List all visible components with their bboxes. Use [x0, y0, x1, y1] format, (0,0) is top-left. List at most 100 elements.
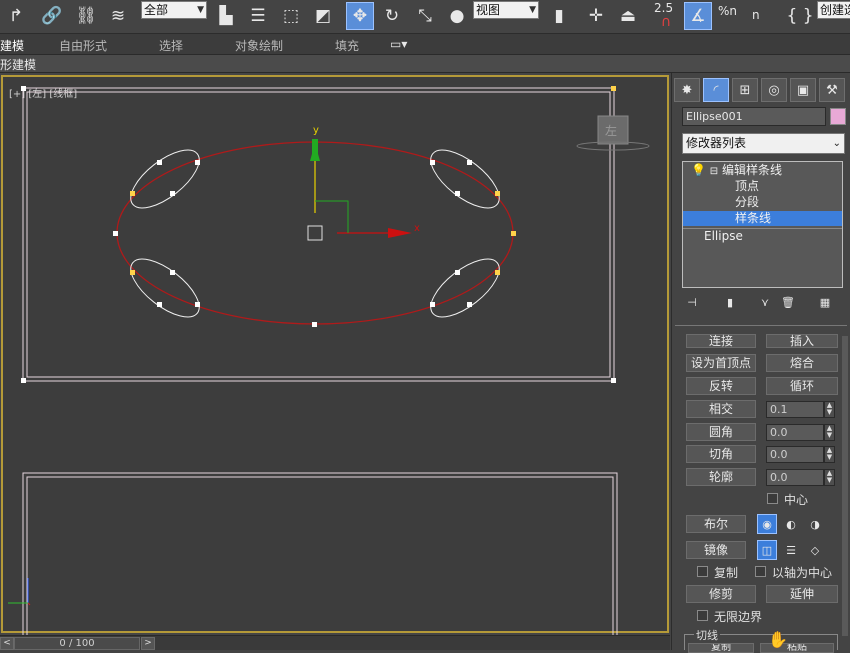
redo-icon[interactable]: ↱	[2, 2, 30, 30]
small-ellipse-tr	[430, 149, 500, 209]
lower-frame-outer	[22, 472, 618, 635]
chevron-down-icon: ▼	[197, 5, 204, 15]
connect-button[interactable]: 连接	[686, 334, 756, 348]
rectangular-selection-icon[interactable]: ⬚	[277, 2, 305, 30]
select-and-place-icon[interactable]: ●	[443, 2, 471, 30]
remove-modifier-icon[interactable]: 🗑	[778, 292, 798, 312]
unlink-icon[interactable]: ⛓	[72, 2, 100, 30]
select-object-icon[interactable]: ▙	[212, 2, 240, 30]
snap-toggle-icon[interactable]: ∩	[652, 8, 680, 36]
insert-button[interactable]: 插入	[766, 334, 838, 348]
make-unique-icon[interactable]: ⋎	[755, 292, 775, 312]
spinner-arrows-icon[interactable]: ▲ ▼	[824, 424, 835, 441]
create-tab-icon[interactable]: ✸	[674, 78, 700, 102]
stack-item-vertex[interactable]: 顶点	[683, 179, 842, 194]
selection-filter-dropdown[interactable]: 全部 ▼	[141, 1, 207, 19]
stack-item-spline[interactable]: 样条线	[683, 211, 842, 226]
tab-selection[interactable]: 选择	[159, 37, 183, 54]
show-end-result-icon[interactable]: ▮	[720, 292, 740, 312]
fillet-button[interactable]: 圆角	[686, 423, 756, 441]
chamfer-value: 0.0	[770, 448, 788, 461]
window-crossing-icon[interactable]: ◩	[309, 2, 337, 30]
copy-checkbox[interactable]	[697, 566, 708, 577]
subtraction-icon[interactable]: ◐	[781, 514, 801, 534]
select-and-move-icon[interactable]: ✥	[346, 2, 374, 30]
move-gizmo	[307, 139, 412, 241]
fuse-button[interactable]: 熔合	[766, 354, 838, 372]
hierarchy-tab-icon[interactable]: ⊞	[732, 78, 758, 102]
mirror-both-icon[interactable]: ◇	[805, 540, 825, 560]
tab-object-paint[interactable]: 对象绘制	[235, 37, 283, 54]
select-manipulate-icon[interactable]: ✛	[582, 2, 610, 30]
tab-populate[interactable]: 填充	[335, 37, 359, 54]
percent-snap-label[interactable]: %n	[718, 4, 737, 18]
spinner-arrows-icon[interactable]: ▲ ▼	[824, 401, 835, 418]
outline-button[interactable]: 轮廓	[686, 468, 756, 486]
svg-text:左: 左	[605, 123, 617, 138]
chevron-down-icon: ▼	[529, 5, 536, 15]
stack-item-ellipse[interactable]: Ellipse	[683, 228, 842, 243]
spinner-arrows-icon[interactable]: ▲ ▼	[824, 469, 835, 486]
viewport-scene[interactable]: 左 y x	[0, 73, 670, 635]
time-slider-bar: < 0 / 100 >	[0, 635, 670, 650]
make-first-button[interactable]: 设为首顶点	[686, 354, 756, 372]
extend-button[interactable]: 延伸	[766, 585, 838, 603]
frame-vertex	[611, 378, 616, 383]
fillet-spinner[interactable]: 0.0 ▲ ▼	[766, 424, 835, 441]
sub-ribbon: 形建模	[0, 55, 850, 73]
time-prev-button[interactable]: <	[0, 637, 14, 650]
crossinsert-spinner[interactable]: 0.1 ▲ ▼	[766, 401, 835, 418]
panel-scrollbar[interactable]	[842, 336, 848, 636]
keyboard-shortcut-override-icon[interactable]: ⏏	[614, 2, 642, 30]
pin-stack-icon[interactable]: ⊣	[682, 292, 702, 312]
select-and-scale-icon[interactable]: ⤡	[411, 2, 439, 30]
bind-to-space-warp-icon[interactable]: ≋	[104, 2, 132, 30]
chamfer-button[interactable]: 切角	[686, 445, 756, 463]
display-tab-icon[interactable]: ▣	[790, 78, 816, 102]
collapse-icon[interactable]: ⊟	[710, 166, 718, 177]
mirror-button[interactable]: 镜像	[686, 541, 746, 559]
tangent-copy-button[interactable]: 复制	[688, 643, 754, 653]
configure-modifier-sets-icon[interactable]: ▦	[815, 292, 835, 312]
modifier-list-dropdown[interactable]: 修改器列表 ⌄	[682, 133, 845, 154]
select-by-name-icon[interactable]: ☰	[244, 2, 272, 30]
time-next-button[interactable]: >	[141, 637, 155, 650]
cycle-button[interactable]: 循环	[766, 377, 838, 395]
modify-tab-icon[interactable]: ◜	[703, 78, 729, 102]
about-pivot-checkbox[interactable]	[755, 566, 766, 577]
edit-named-selection-icon[interactable]: { }	[786, 2, 814, 30]
reverse-button[interactable]: 反转	[686, 377, 756, 395]
outline-spinner[interactable]: 0.0 ▲ ▼	[766, 469, 835, 486]
trim-button[interactable]: 修剪	[686, 585, 756, 603]
mirror-vertical-icon[interactable]: ☰	[781, 540, 801, 560]
mirror-horizontal-icon[interactable]: ◫	[757, 540, 777, 560]
stack-item-edit-spline[interactable]: 💡 ⊟ 编辑样条线	[683, 163, 842, 178]
select-and-link-icon[interactable]: 🔗	[38, 2, 66, 30]
crossinsert-button[interactable]: 相交	[686, 400, 756, 418]
utilities-tab-icon[interactable]: ⚒	[819, 78, 845, 102]
motion-tab-icon[interactable]: ◎	[761, 78, 787, 102]
time-slider[interactable]: 0 / 100	[14, 637, 140, 650]
infinite-bounds-checkbox[interactable]	[697, 610, 708, 621]
infinite-bounds-label: 无限边界	[714, 610, 763, 624]
selection-filter-value: 全部	[144, 3, 169, 17]
select-and-rotate-icon[interactable]: ↻	[378, 2, 406, 30]
intersection-icon[interactable]: ◑	[805, 514, 825, 534]
named-selection-set-field[interactable]: 创建选	[817, 1, 850, 19]
reference-coordinate-dropdown[interactable]: 视图 ▼	[473, 1, 539, 19]
boolean-button[interactable]: 布尔	[686, 515, 746, 533]
spinner-arrows-icon[interactable]: ▲ ▼	[824, 446, 835, 463]
tab-freeform[interactable]: 自由形式	[59, 37, 107, 54]
ribbon-options-icon[interactable]: ▭▾	[390, 37, 407, 51]
lightbulb-icon[interactable]: 💡	[691, 163, 706, 177]
angle-snap-icon[interactable]: ∡	[684, 2, 712, 30]
stack-item-segment[interactable]: 分段	[683, 195, 842, 210]
object-name-field[interactable]: Ellipse001	[682, 107, 826, 126]
tab-modeling[interactable]: 建模	[0, 37, 24, 54]
spinner-snap-label[interactable]: n	[752, 8, 760, 22]
chamfer-spinner[interactable]: 0.0 ▲ ▼	[766, 446, 835, 463]
pivot-center-icon[interactable]: ▮	[545, 2, 573, 30]
object-color-swatch[interactable]	[830, 108, 846, 125]
center-checkbox[interactable]	[767, 493, 778, 504]
union-icon[interactable]: ◉	[757, 514, 777, 534]
